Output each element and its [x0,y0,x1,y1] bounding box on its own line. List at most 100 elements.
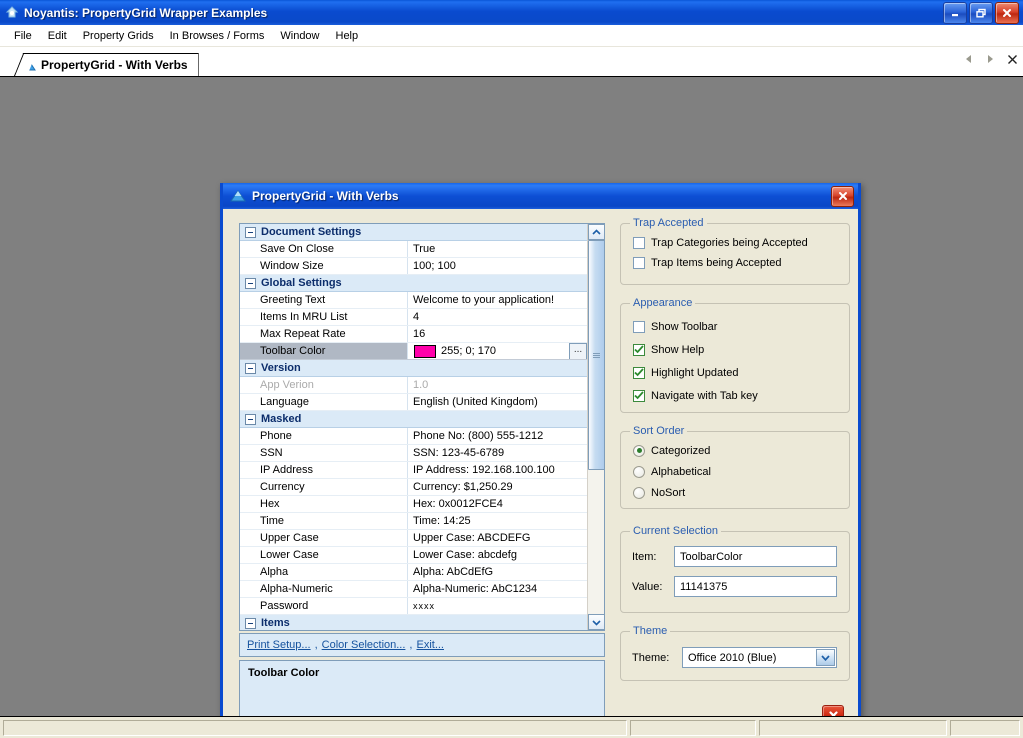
radio-nosort[interactable]: NoSort [633,482,849,503]
property-value[interactable]: 4 [408,309,588,325]
dialog-exit-button[interactable] [822,705,844,716]
property-grid[interactable]: Document Settings Save On Close True Win… [239,223,605,631]
checkbox-navigate-with-tab-key[interactable]: Navigate with Tab key [633,384,849,407]
property-grid-rows: Document Settings Save On Close True Win… [240,224,588,630]
menu-property-grids[interactable]: Property Grids [75,28,162,44]
checkbox-show-toolbar[interactable]: Show Toolbar [633,315,849,338]
checkbox-icon[interactable] [633,257,645,269]
property-name: Greeting Text [240,292,408,308]
collapse-icon[interactable] [245,226,256,238]
table-row[interactable]: Phone Phone No: (800) 555-1212 [240,428,588,445]
collapse-icon[interactable] [245,413,256,425]
checkbox-icon-checked[interactable] [633,343,645,356]
property-value[interactable]: Time: 14:25 [408,513,588,529]
verb-print-setup[interactable]: Print Setup... [247,639,311,651]
checkbox-trap-categories[interactable]: Trap Categories being Accepted [633,233,849,253]
table-row[interactable]: Save On Close True [240,241,588,258]
radio-icon[interactable] [633,486,645,499]
checkbox-trap-items[interactable]: Trap Items being Accepted [633,253,849,273]
property-value[interactable]: Upper Case: ABCDEFG [408,530,588,546]
checkbox-icon[interactable] [633,237,645,249]
tab-propertygrid-with-verbs[interactable]: PropertyGrid - With Verbs [14,53,199,76]
category-row[interactable]: Items [240,615,588,630]
property-value-color[interactable]: 255; 0; 170 ... [408,343,588,359]
property-value[interactable]: IP Address: 192.168.100.100 [408,462,588,478]
menu-file[interactable]: File [6,28,40,44]
table-row-selected[interactable]: Toolbar Color 255; 0; 170 ... [240,343,588,360]
table-row[interactable]: IP Address IP Address: 192.168.100.100 [240,462,588,479]
menu-in-browses-forms[interactable]: In Browses / Forms [162,28,273,44]
checkbox-icon-checked[interactable] [633,366,645,379]
dialog-close-button[interactable] [831,185,854,207]
table-row[interactable]: Greeting Text Welcome to your applicatio… [240,292,588,309]
table-row[interactable]: Time Time: 14:25 [240,513,588,530]
radio-icon[interactable] [633,465,645,478]
theme-select[interactable]: Office 2010 (Blue) [682,647,837,668]
collapse-icon[interactable] [245,617,256,629]
table-row[interactable]: Hex Hex: 0x0012FCE4 [240,496,588,513]
chevron-down-icon[interactable] [816,649,835,666]
property-value-password[interactable]: xxxx [408,598,588,614]
property-value[interactable]: English (United Kingdom) [408,394,588,410]
close-button[interactable] [995,1,1019,24]
radio-icon-selected[interactable] [633,444,645,457]
table-row[interactable]: Alpha Alpha: AbCdEfG [240,564,588,581]
value-input[interactable]: 11141375 [674,576,837,597]
collapse-icon[interactable] [245,362,256,374]
property-value[interactable]: True [408,241,588,257]
property-value[interactable]: Alpha-Numeric: AbC1234 [408,581,588,597]
category-row[interactable]: Masked [240,411,588,428]
property-value[interactable]: 100; 100 [408,258,588,274]
property-value[interactable]: Lower Case: abcdefg [408,547,588,563]
menu-window[interactable]: Window [272,28,327,44]
close-tab-icon[interactable] [1005,51,1019,67]
verb-exit[interactable]: Exit... [416,639,444,651]
scrollbar-thumb[interactable] [588,240,604,470]
category-row[interactable]: Global Settings [240,275,588,292]
table-row[interactable]: Upper Case Upper Case: ABCDEFG [240,530,588,547]
color-swatch[interactable] [414,344,436,358]
collapse-icon[interactable] [245,277,256,289]
property-grid-scrollbar[interactable] [587,224,604,630]
field-row-item: Item: ToolbarColor [632,544,849,569]
property-value[interactable]: Currency: $1,250.29 [408,479,588,495]
next-arrow-icon[interactable] [983,51,997,67]
prev-arrow-icon[interactable] [961,51,975,67]
radio-alphabetical[interactable]: Alphabetical [633,461,849,482]
radio-categorized[interactable]: Categorized [633,440,849,461]
property-value[interactable]: 16 [408,326,588,342]
checkbox-icon-checked[interactable] [633,389,645,402]
restore-button[interactable] [969,1,993,24]
table-row[interactable]: Items In MRU List 4 [240,309,588,326]
item-input[interactable]: ToolbarColor [674,546,837,567]
table-row[interactable]: Lower Case Lower Case: abcdefg [240,547,588,564]
table-row[interactable]: Language English (United Kingdom) [240,394,588,411]
checkbox-highlight-updated[interactable]: Highlight Updated [633,361,849,384]
property-value[interactable]: Hex: 0x0012FCE4 [408,496,588,512]
category-row[interactable]: Version [240,360,588,377]
table-row[interactable]: Max Repeat Rate 16 [240,326,588,343]
table-row[interactable]: SSN SSN: 123-45-6789 [240,445,588,462]
table-row[interactable]: Alpha-Numeric Alpha-Numeric: AbC1234 [240,581,588,598]
verb-color-selection[interactable]: Color Selection... [322,639,406,651]
color-editor-button[interactable]: ... [569,343,587,359]
menu-edit[interactable]: Edit [40,28,75,44]
property-value[interactable]: Phone No: (800) 555-1212 [408,428,588,444]
property-value[interactable]: Welcome to your application! [408,292,588,308]
table-row[interactable]: Currency Currency: $1,250.29 [240,479,588,496]
property-name: Toolbar Color [240,343,408,359]
property-value: 1.0 [413,378,429,391]
checkbox-icon[interactable] [633,320,645,333]
table-row[interactable]: Window Size 100; 100 [240,258,588,275]
minimize-button[interactable] [943,1,967,24]
checkbox-show-help[interactable]: Show Help [633,338,849,361]
scrollbar-track[interactable] [588,240,604,614]
category-row[interactable]: Document Settings [240,224,588,241]
property-value[interactable]: Alpha: AbCdEfG [408,564,588,580]
table-row[interactable]: Password xxxx [240,598,588,615]
verb-separator: , [409,639,413,651]
scroll-up-icon[interactable] [588,224,604,240]
menu-help[interactable]: Help [328,28,367,44]
property-value[interactable]: SSN: 123-45-6789 [408,445,588,461]
scroll-down-icon[interactable] [588,614,604,630]
